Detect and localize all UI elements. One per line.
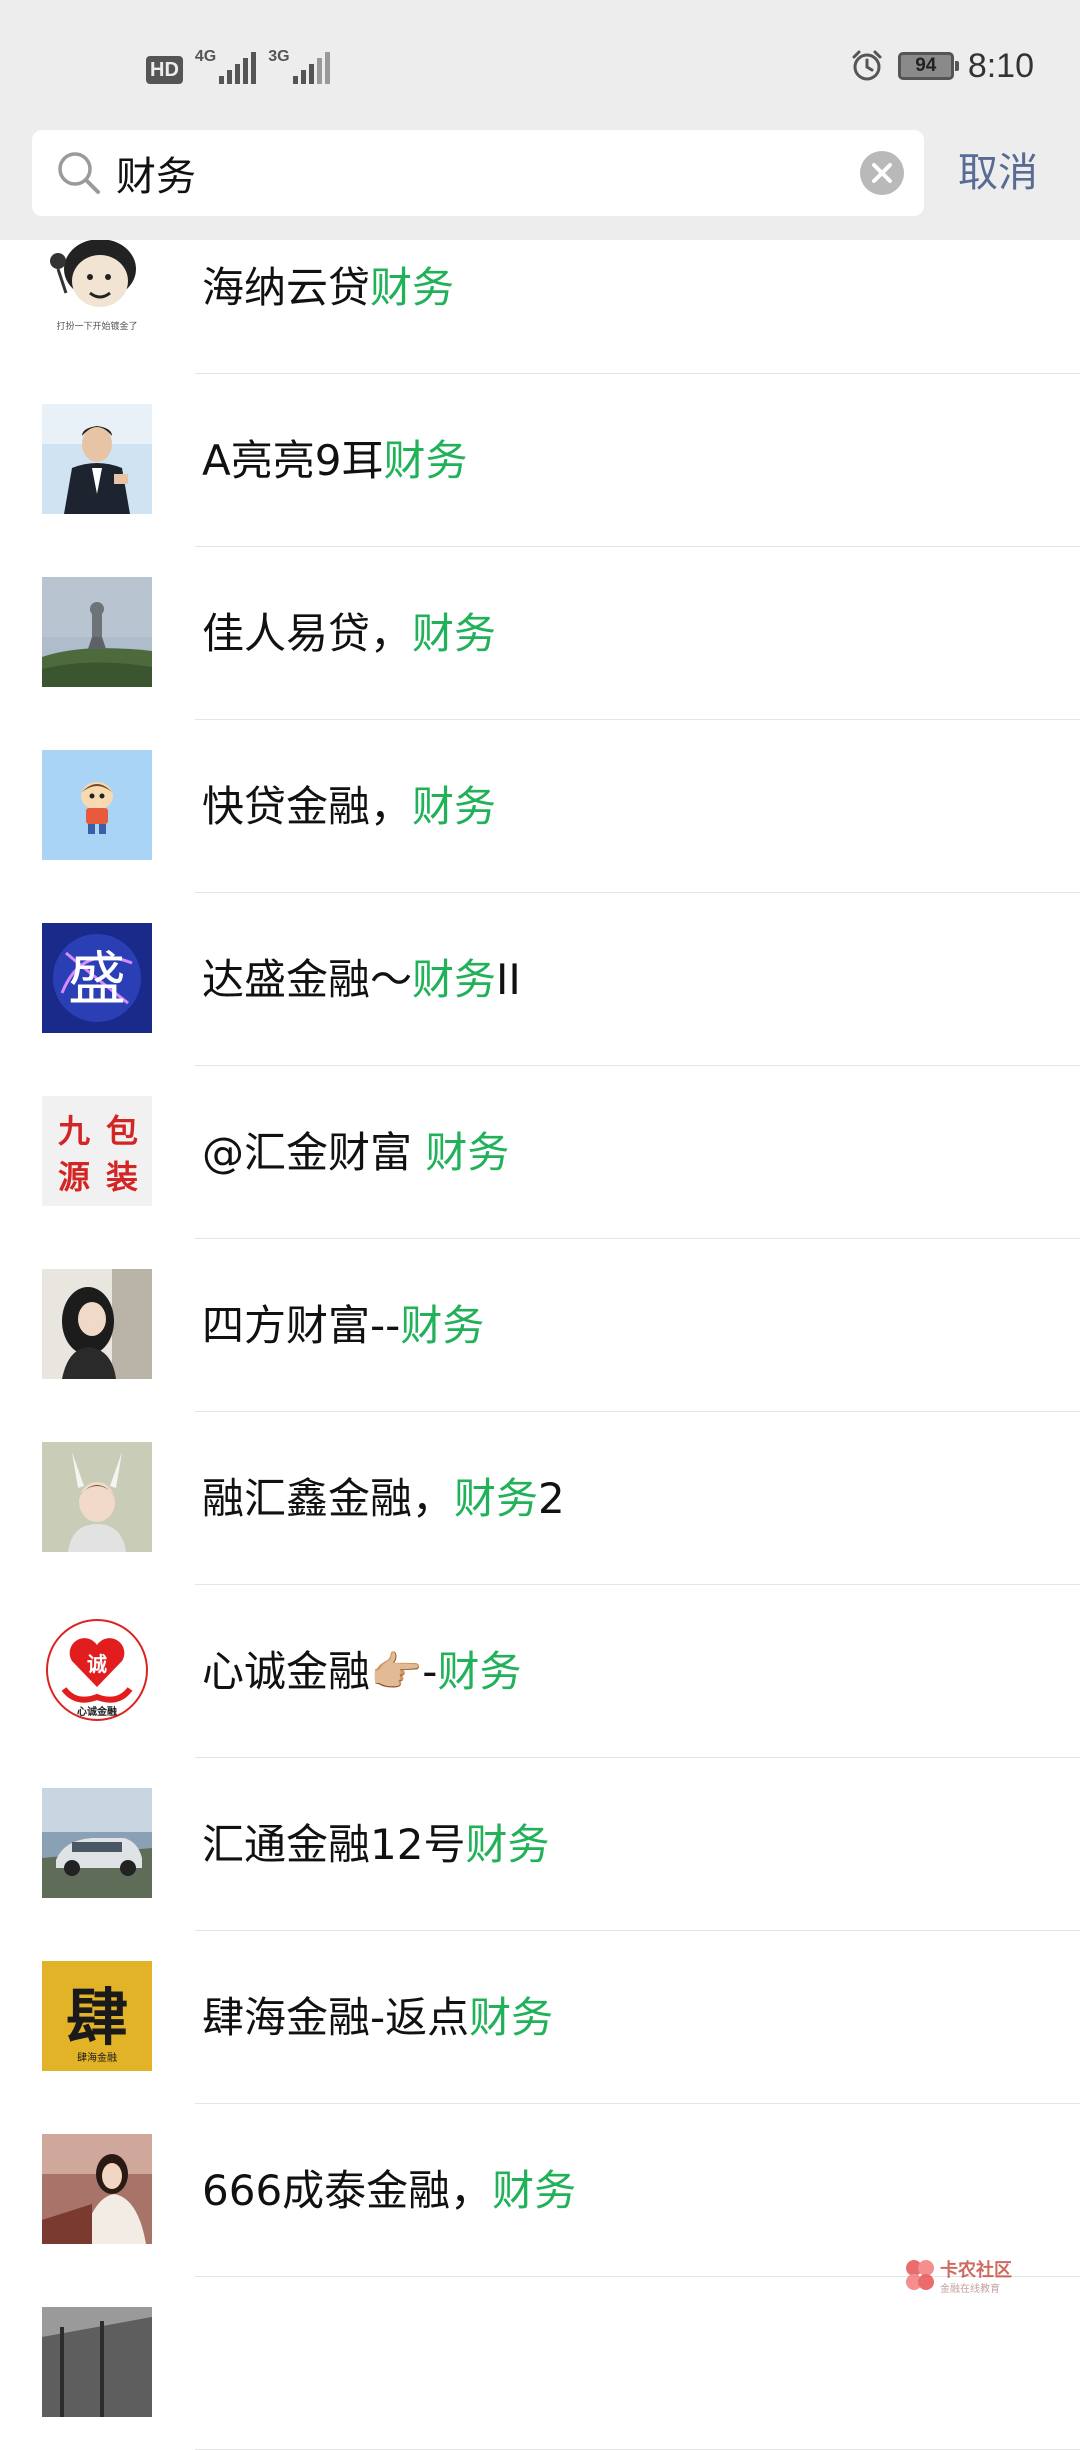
name-highlight: 财务 [425, 1128, 510, 1177]
avatar-caption: 打扮一下开始镀金了 [56, 320, 137, 332]
result-name: 达盛金融～财务II [202, 893, 521, 1066]
result-item[interactable]: A亮亮9耳财务 [0, 374, 1080, 547]
result-name: 666成泰金融，财务 [202, 2104, 576, 2277]
avatar-caption: 心诚金融 [77, 1705, 117, 1718]
name-highlight: 财务 [370, 263, 455, 312]
result-item[interactable]: 肆 肆海金融 肆海金融-返点财务 [0, 1931, 1080, 2104]
name-prefix: 海纳云贷 [202, 263, 371, 312]
watermark-subtitle: 金融在线教育 [940, 2282, 1000, 2295]
avatar-caption: 肆海金融 [77, 2051, 117, 2064]
avatar [42, 404, 152, 514]
avatar: 打扮一下开始镀金了 [42, 231, 152, 341]
search-row: 取消 [0, 130, 1080, 216]
result-name: 心诚金融👉🏼-财务 [202, 1585, 521, 1758]
avatar-glyph: 盛 [68, 945, 126, 1013]
result-name: A亮亮9耳财务 [202, 374, 467, 547]
result-item[interactable]: 佳人易贷，财务 [0, 547, 1080, 720]
avatar [42, 750, 152, 860]
name-suffix: II [496, 955, 521, 1004]
clear-search-icon[interactable] [860, 151, 904, 195]
search-results-list: 打扮一下开始镀金了 海纳云贷财务 A亮亮9耳财务 佳人易贷，财务 快贷金融，财务… [0, 201, 1080, 2450]
name-highlight: 财务 [437, 1647, 522, 1696]
watermark-title: 卡农社区 [940, 2259, 1012, 2281]
result-name: 汇通金融12号财务 [202, 1758, 549, 1931]
watermark-logo: 卡农社区 金融在线教育 [906, 2259, 1012, 2295]
status-right: 94 8:10 [850, 44, 1034, 88]
avatar-glyph: 诚 [87, 1652, 107, 1676]
avatar: 肆 肆海金融 [42, 1961, 152, 2071]
name-prefix: 融汇鑫金融， [202, 1474, 455, 1523]
name-highlight: 财务 [412, 782, 497, 831]
name-highlight: 财务 [400, 1301, 485, 1350]
name-prefix: 汇通金融12号 [202, 1820, 466, 1869]
result-name: 四方财富--财务 [202, 1239, 484, 1412]
avatar [42, 1442, 152, 1552]
status-bar: HD 4G 3G 94 8:10 [0, 0, 1080, 130]
name-highlight: 财务 [454, 1474, 539, 1523]
sim1-network-label: 4G [194, 48, 217, 65]
avatar-glyph: 九 [58, 1112, 90, 1150]
clock: 8:10 [967, 46, 1034, 85]
battery-icon: 94 [897, 52, 959, 80]
name-highlight: 财务 [412, 955, 497, 1004]
result-name: 肆海金融-返点财务 [202, 1931, 553, 2104]
result-name: 融汇鑫金融，财务2 [202, 1412, 565, 1585]
search-icon [58, 152, 100, 194]
hd-badge: HD [146, 56, 183, 84]
name-prefix: 四方财富-- [202, 1301, 401, 1350]
search-box[interactable] [32, 130, 924, 216]
avatar: 诚 心诚金融 [42, 1615, 152, 1725]
result-item[interactable]: 四方财富--财务 [0, 1239, 1080, 1412]
name-prefix: A亮亮9耳 [202, 436, 384, 485]
sim2-network-label: 3G [268, 48, 290, 65]
result-name: 佳人易贷，财务 [202, 547, 496, 720]
battery-level: 94 [915, 55, 937, 76]
name-suffix: 2 [538, 1474, 565, 1523]
cancel-button[interactable]: 取消 [958, 130, 1038, 216]
name-highlight: 财务 [412, 609, 497, 658]
alarm-icon [852, 50, 882, 81]
result-item[interactable] [0, 2277, 1080, 2450]
signal-bars-icon [219, 52, 257, 84]
result-name: 快贷金融，财务 [202, 720, 496, 893]
sim1-signal: 4G [195, 48, 257, 84]
name-prefix: 快贷金融， [202, 782, 413, 831]
avatar-glyph: 肆 [66, 1981, 128, 2054]
avatar: 盛 [42, 923, 152, 1033]
name-highlight: 财务 [492, 2166, 577, 2215]
avatar [42, 577, 152, 687]
result-item[interactable]: 汇通金融12号财务 [0, 1758, 1080, 1931]
result-name: @汇金财富 财务 [202, 1066, 509, 1239]
signal-bars-icon [292, 52, 330, 84]
name-prefix: 666成泰金融， [202, 2166, 493, 2215]
avatar-glyph: 源 [58, 1158, 90, 1196]
avatar-glyph: 包 [106, 1112, 138, 1150]
result-item[interactable]: 诚 心诚金融 心诚金融👉🏼-财务 [0, 1585, 1080, 1758]
name-prefix: 肆海金融-返点 [202, 1993, 470, 2042]
sim2-signal: 3G [268, 48, 330, 84]
name-prefix: @汇金财富 [202, 1128, 426, 1177]
name-prefix: 佳人易贷， [202, 609, 413, 658]
name-prefix: 达盛金融～ [202, 955, 413, 1004]
result-item[interactable]: 快贷金融，财务 [0, 720, 1080, 893]
name-highlight: 财务 [383, 436, 468, 485]
status-left: HD 4G 3G [146, 44, 330, 84]
avatar [42, 1269, 152, 1379]
name-highlight: 财务 [469, 1993, 554, 2042]
result-item[interactable]: 融汇鑫金融，财务2 [0, 1412, 1080, 1585]
result-item[interactable]: 九 包 源 装 @汇金财富 财务 [0, 1066, 1080, 1239]
avatar [42, 2307, 152, 2417]
search-input[interactable] [116, 130, 856, 216]
avatar-glyph: 装 [106, 1158, 138, 1196]
avatar [42, 1788, 152, 1898]
avatar: 九 包 源 装 [42, 1096, 152, 1206]
name-prefix: 心诚金融👉🏼- [202, 1647, 438, 1696]
name-highlight: 财务 [465, 1820, 550, 1869]
top-bar: HD 4G 3G 94 8:10 财务 取消 [0, 0, 1080, 240]
result-item[interactable]: 盛 达盛金融～财务II [0, 893, 1080, 1066]
avatar [42, 2134, 152, 2244]
